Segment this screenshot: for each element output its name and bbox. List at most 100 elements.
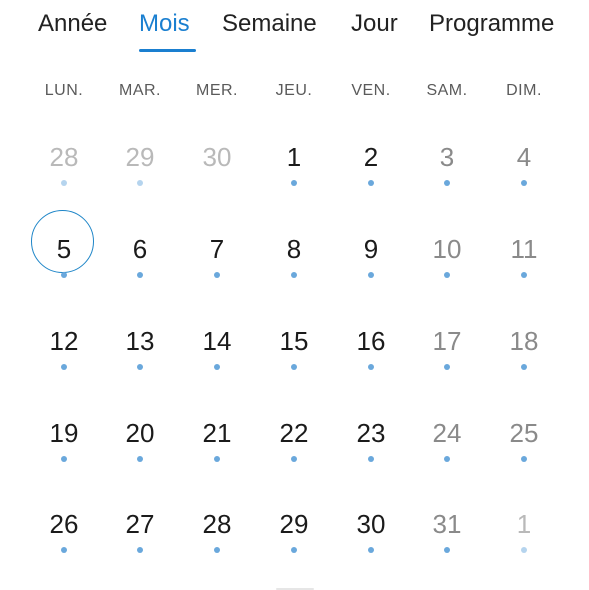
day-cell[interactable]: 12 [26,304,102,384]
event-dot [137,180,143,186]
tab-semaine[interactable]: Semaine [222,10,317,38]
day-cell[interactable]: 29 [102,120,178,200]
event-dot [214,456,220,462]
day-cell[interactable]: 25 [486,396,562,476]
day-cell[interactable]: 9 [333,212,409,292]
day-cell[interactable]: 14 [179,304,255,384]
day-cell[interactable]: 13 [102,304,178,384]
day-cell[interactable]: 10 [409,212,485,292]
event-dot [368,456,374,462]
weekday-label: LUN. [44,82,84,99]
event-dot [368,547,374,553]
event-dot [521,272,527,278]
day-cell[interactable]: 4 [486,120,562,200]
weekday-label: DIM. [506,82,542,99]
day-cell[interactable]: 1 [256,120,332,200]
day-cell[interactable]: 11 [486,212,562,292]
day-cell[interactable]: 3 [409,120,485,200]
day-cell[interactable]: 28 [179,487,255,567]
tab-mois[interactable]: Mois [139,10,190,38]
day-number: 22 [279,418,309,448]
event-dot [444,364,450,370]
day-cell[interactable]: 19 [26,396,102,476]
day-number: 24 [432,418,462,448]
weekday-label: SAM. [426,82,468,99]
day-number: 29 [279,509,309,539]
event-dot [521,547,527,553]
day-cell[interactable]: 29 [256,487,332,567]
event-dot [368,272,374,278]
day-number: 25 [509,418,539,448]
event-dot [368,180,374,186]
day-cell[interactable]: 6 [102,212,178,292]
day-number: 8 [286,234,302,264]
day-number: 7 [209,234,225,264]
day-cell[interactable]: 18 [486,304,562,384]
day-cell[interactable]: 16 [333,304,409,384]
event-dot [291,456,297,462]
day-cell[interactable]: 1 [486,487,562,567]
event-dot [61,364,67,370]
day-number: 4 [516,142,532,172]
tab-programme[interactable]: Programme [429,10,554,38]
day-cell[interactable]: 23 [333,396,409,476]
day-cell[interactable]: 8 [256,212,332,292]
day-number: 23 [356,418,386,448]
day-cell[interactable]: 20 [102,396,178,476]
day-cell[interactable]: 27 [102,487,178,567]
day-cell[interactable]: 26 [26,487,102,567]
day-cell[interactable]: 17 [409,304,485,384]
day-number: 20 [125,418,155,448]
weekday-label: MAR. [119,82,161,99]
day-cell[interactable]: 2 [333,120,409,200]
day-cell[interactable]: 15 [256,304,332,384]
event-dot [137,456,143,462]
day-cell[interactable]: 21 [179,396,255,476]
day-number: 26 [49,509,79,539]
day-number: 16 [356,326,386,356]
event-dot [444,180,450,186]
day-number: 27 [125,509,155,539]
event-dot [444,547,450,553]
view-tabs: Année Mois Semaine Jour Programme [0,0,589,60]
day-number: 29 [125,142,155,172]
day-number: 13 [125,326,155,356]
event-dot [444,272,450,278]
day-number: 30 [202,142,232,172]
day-number: 9 [363,234,379,264]
day-number: 6 [132,234,148,264]
weekday-label: JEU. [275,82,313,99]
day-cell[interactable]: 24 [409,396,485,476]
day-cell[interactable]: 30 [179,120,255,200]
active-tab-indicator [139,49,196,52]
day-cell[interactable]: 22 [256,396,332,476]
weekday-label: MER. [196,82,238,99]
day-number: 18 [509,326,539,356]
day-cell[interactable]: 28 [26,120,102,200]
day-cell-today[interactable]: 5 [26,210,102,292]
day-number: 28 [49,142,79,172]
event-dot [521,180,527,186]
tab-annee[interactable]: Année [38,10,107,38]
event-dot [61,547,67,553]
day-cell[interactable]: 30 [333,487,409,567]
event-dot [291,272,297,278]
day-number: 17 [432,326,462,356]
day-cell[interactable]: 31 [409,487,485,567]
month-grid: 28 29 30 1 2 3 4 5 6 7 8 9 10 11 12 13 14 15 16 17 18 19 20 21 2… [0,120,589,580]
day-number: 28 [202,509,232,539]
day-number: 15 [279,326,309,356]
day-cell[interactable]: 7 [179,212,255,292]
event-dot [61,272,67,278]
event-dot [521,456,527,462]
day-number: 5 [56,234,72,264]
event-dot [291,180,297,186]
tab-jour[interactable]: Jour [351,10,398,38]
event-dot [61,180,67,186]
event-dot [291,364,297,370]
day-number: 10 [432,234,462,264]
day-number: 19 [49,418,79,448]
day-number: 14 [202,326,232,356]
weekday-header: LUN. MAR. MER. JEU. VEN. SAM. DIM. [0,82,589,104]
event-dot [214,272,220,278]
